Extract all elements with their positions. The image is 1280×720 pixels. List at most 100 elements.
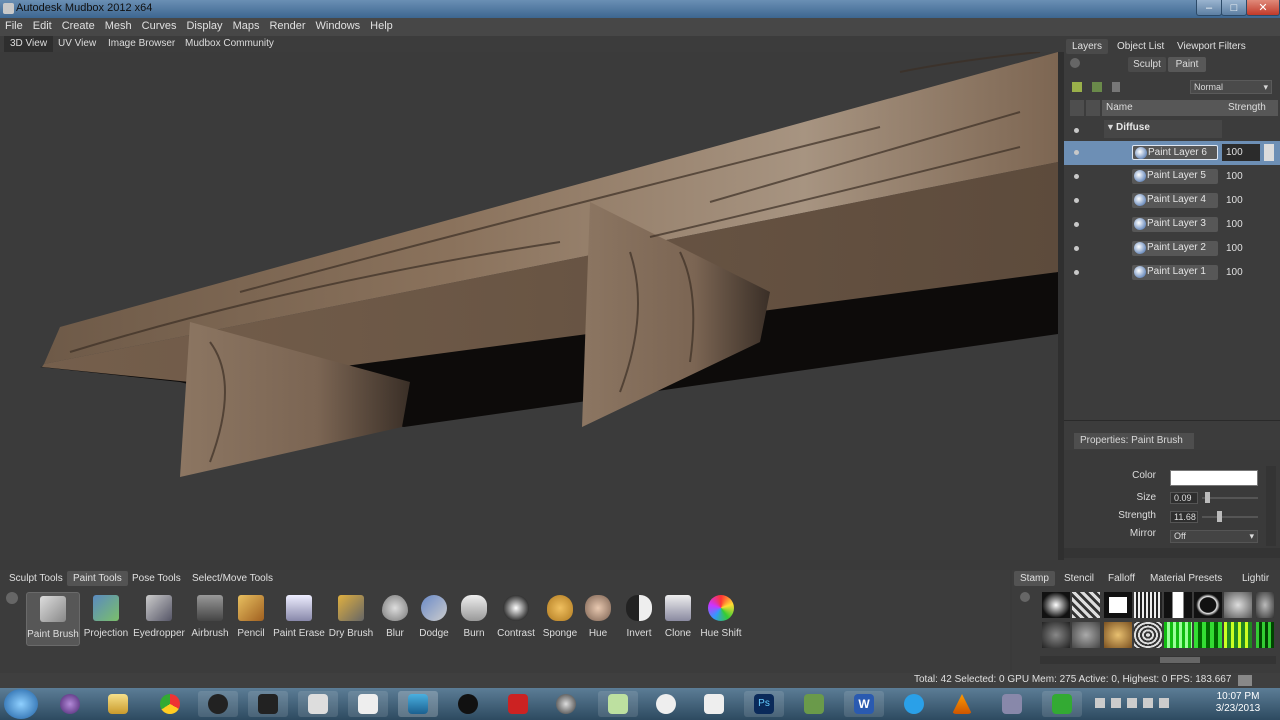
pencil-tool[interactable]: Pencil [232, 592, 270, 646]
column-name[interactable]: Name [1102, 100, 1224, 116]
tab-material-presets[interactable]: Material Presets [1144, 571, 1228, 586]
taskbar-item[interactable] [694, 691, 734, 717]
taskbar-item[interactable] [894, 691, 934, 717]
burn-tool[interactable]: Burn [456, 592, 492, 646]
size-slider-handle[interactable] [1205, 492, 1210, 503]
duplicate-layer-icon[interactable] [1092, 82, 1102, 92]
mirror-select[interactable]: Off ▾ [1170, 530, 1258, 543]
menu-file[interactable]: File [0, 18, 28, 34]
stamp-thumbnail[interactable] [1194, 592, 1222, 618]
strength-value[interactable]: 100 [1226, 219, 1243, 230]
new-layer-icon[interactable] [1072, 82, 1082, 92]
stamp-thumbnail[interactable] [1042, 592, 1070, 618]
menu-maps[interactable]: Maps [228, 18, 265, 34]
strength-value[interactable]: 100 [1226, 243, 1243, 254]
stamp-thumbnail[interactable] [1224, 622, 1252, 648]
horizontal-scrollbar[interactable] [1064, 548, 1280, 558]
tab-uv-view[interactable]: UV View [52, 36, 102, 52]
taskbar-item[interactable]: Ps [744, 691, 784, 717]
tab-select-move-tools[interactable]: Select/Move Tools [186, 571, 279, 586]
dodge-tool[interactable]: Dodge [414, 592, 454, 646]
column-strength[interactable]: Strength [1224, 100, 1278, 116]
blur-tool[interactable]: Blur [378, 592, 412, 646]
taskbar-item[interactable] [150, 691, 190, 717]
stamp-thumbnail[interactable] [1072, 622, 1100, 648]
volume-icon[interactable] [1159, 698, 1169, 708]
layer-group-diffuse[interactable]: ▼ Diffuse [1104, 120, 1222, 138]
stamp-thumbnail[interactable] [1164, 622, 1192, 648]
tab-stamp[interactable]: Stamp [1014, 571, 1055, 586]
stamp-thumbnail[interactable] [1164, 592, 1192, 618]
taskbar-item[interactable] [248, 691, 288, 717]
clock[interactable]: 10:07 PM 3/23/2013 [1212, 691, 1264, 715]
menu-create[interactable]: Create [57, 18, 100, 34]
tab-properties-paint-brush[interactable]: Properties: Paint Brush [1074, 433, 1194, 449]
strength-slider-handle[interactable] [1217, 511, 1222, 522]
sculpt-toggle[interactable]: Sculpt [1128, 57, 1166, 72]
tray-icon[interactable] [1095, 698, 1105, 708]
stamp-scrollbar-thumb[interactable] [1160, 657, 1200, 663]
eye-icon[interactable] [1074, 150, 1079, 155]
paint-brush-tool[interactable]: Paint Brush [26, 592, 80, 646]
stamp-thumbnail[interactable] [1104, 622, 1132, 648]
contrast-tool[interactable]: Contrast [494, 592, 538, 646]
eye-icon[interactable] [1074, 246, 1079, 251]
size-slider[interactable] [1202, 497, 1258, 499]
strength-input[interactable]: 11.68 [1170, 511, 1198, 523]
stamp-thumbnail[interactable] [1042, 622, 1070, 648]
paint-erase-tool[interactable]: Paint Erase [272, 592, 326, 646]
strength-slider-handle[interactable] [1264, 144, 1274, 161]
resize-grip-icon[interactable] [1238, 675, 1252, 686]
tab-lighting[interactable]: Lightir [1236, 571, 1275, 586]
tab-layers[interactable]: Layers [1066, 39, 1109, 54]
menu-edit[interactable]: Edit [28, 18, 57, 34]
eye-icon[interactable] [1074, 198, 1079, 203]
tab-viewport-filters[interactable]: Viewport Filters [1171, 39, 1252, 54]
taskbar-item[interactable] [98, 691, 138, 717]
menu-help[interactable]: Help [365, 18, 398, 34]
tab-paint-tools[interactable]: Paint Tools [67, 571, 128, 586]
taskbar-item[interactable] [992, 691, 1032, 717]
strength-value[interactable]: 100 [1226, 171, 1243, 182]
taskbar-item[interactable] [794, 691, 834, 717]
eye-icon[interactable] [1074, 128, 1079, 133]
taskbar-item[interactable] [598, 691, 638, 717]
close-button[interactable]: ✕ [1246, 0, 1280, 16]
paint-toggle[interactable]: Paint [1168, 57, 1206, 72]
taskbar-item[interactable] [398, 691, 438, 717]
projection-tool[interactable]: Projection [82, 592, 130, 646]
stamp-scrollbar[interactable] [1040, 656, 1276, 664]
tab-mudbox-community[interactable]: Mudbox Community [179, 36, 280, 52]
taskbar-item[interactable] [448, 691, 488, 717]
blend-mode-select[interactable]: Normal ▾ [1190, 80, 1272, 94]
layer-row[interactable]: Paint Layer 1 100 [1064, 261, 1280, 285]
hue-tool[interactable]: Hue [582, 592, 614, 646]
taskbar-item[interactable] [50, 691, 90, 717]
color-swatch[interactable] [1170, 470, 1258, 486]
taskbar-item[interactable] [942, 691, 982, 717]
strength-slider[interactable] [1202, 516, 1258, 518]
strength-value[interactable]: 100 [1226, 267, 1243, 278]
strength-input[interactable]: 100 [1222, 144, 1260, 161]
stamp-thumbnail[interactable] [1194, 622, 1222, 648]
stamp-thumbnail[interactable] [1256, 622, 1274, 648]
stamp-options-icon[interactable] [1020, 592, 1030, 602]
taskbar-item[interactable] [298, 691, 338, 717]
menu-display[interactable]: Display [181, 18, 227, 34]
strength-value[interactable]: 100 [1226, 195, 1243, 206]
tray-icon[interactable] [1111, 698, 1121, 708]
taskbar-item[interactable] [546, 691, 586, 717]
invert-tool[interactable]: Invert [620, 592, 658, 646]
taskbar-item[interactable] [646, 691, 686, 717]
airbrush-tool[interactable]: Airbrush [188, 592, 232, 646]
stamp-thumbnail[interactable] [1224, 592, 1252, 618]
taskbar-item[interactable] [1042, 691, 1082, 717]
layer-row[interactable]: Paint Layer 4 100 [1064, 189, 1280, 213]
menu-mesh[interactable]: Mesh [100, 18, 137, 34]
eye-icon[interactable] [1074, 222, 1079, 227]
menu-curves[interactable]: Curves [137, 18, 182, 34]
taskbar-item[interactable] [498, 691, 538, 717]
layer-row[interactable]: Paint Layer 3 100 [1064, 213, 1280, 237]
tab-object-list[interactable]: Object List [1111, 39, 1170, 54]
minimize-button[interactable]: – [1196, 0, 1222, 16]
